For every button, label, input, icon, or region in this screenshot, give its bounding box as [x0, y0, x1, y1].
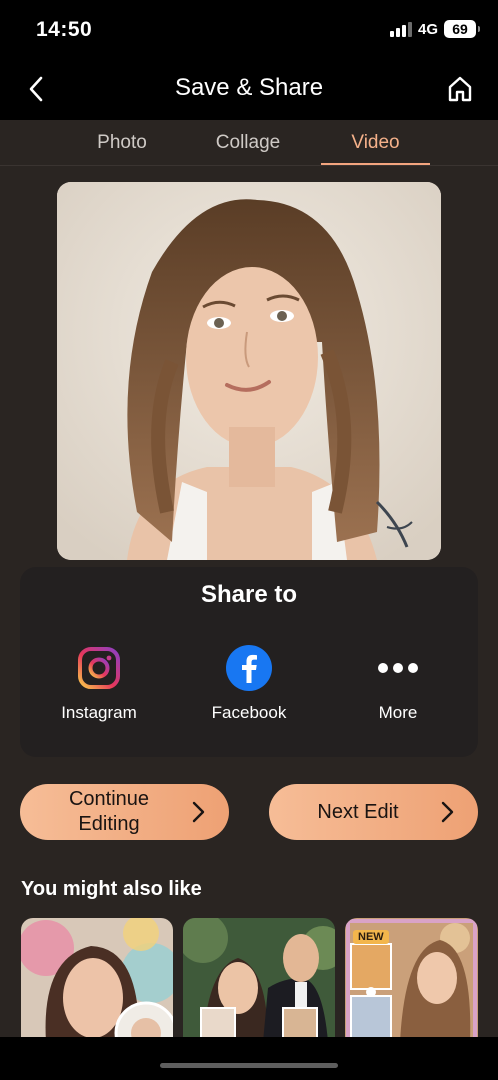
- battery-level: 69: [452, 21, 468, 37]
- portrait-image: [57, 182, 441, 560]
- share-panel: Share to Instagram Facebook More: [20, 567, 478, 757]
- tab-video[interactable]: Video: [321, 132, 430, 154]
- active-tab-indicator: [321, 163, 430, 165]
- status-time: 14:50: [36, 18, 93, 41]
- suggestion-card[interactable]: NEW: [345, 918, 478, 1042]
- instagram-icon: [76, 645, 122, 691]
- home-indicator[interactable]: [160, 1063, 338, 1068]
- bottom-bar: [0, 1037, 498, 1080]
- suggestion-image: [183, 918, 335, 1042]
- continue-editing-button[interactable]: Continue Editing: [20, 784, 229, 840]
- status-indicators: 4G 69: [389, 20, 480, 38]
- next-edit-button[interactable]: Next Edit: [269, 784, 478, 840]
- suggestions-title: You might also like: [21, 878, 202, 900]
- share-instagram-label: Instagram: [61, 703, 137, 722]
- chevron-right-icon: [192, 801, 205, 823]
- top-bar: 14:50 4G 69 Save & Share: [0, 0, 498, 120]
- share-title: Share to: [200, 581, 298, 608]
- share-facebook[interactable]: Facebook: [184, 645, 314, 723]
- home-icon: [448, 76, 472, 102]
- tab-bar: Photo Collage Video: [0, 120, 498, 166]
- continue-editing-line2: Editing: [78, 813, 140, 835]
- battery-icon: 69: [444, 20, 480, 38]
- more-dots-icon: [375, 645, 421, 691]
- result-photo[interactable]: [57, 182, 441, 560]
- share-facebook-label: Facebook: [211, 703, 287, 722]
- share-instagram[interactable]: Instagram: [34, 645, 164, 723]
- share-more-label: More: [378, 703, 418, 722]
- page-title: Save & Share: [174, 74, 324, 101]
- chevron-right-icon: [441, 801, 454, 823]
- tab-photo[interactable]: Photo: [66, 132, 178, 154]
- share-more[interactable]: More: [333, 645, 463, 723]
- save-share-screen: 14:50 4G 69 Save & Share Photo Collage V…: [0, 0, 498, 1080]
- home-button[interactable]: [444, 72, 476, 106]
- continue-editing-line1: Continue: [68, 788, 150, 810]
- continue-editing-label: Continue Editing: [20, 787, 198, 837]
- signal-icon: [389, 21, 412, 37]
- next-edit-label: Next Edit: [317, 800, 399, 823]
- suggestion-image: [21, 918, 173, 1042]
- facebook-icon: [226, 645, 272, 691]
- tab-collage[interactable]: Collage: [192, 132, 304, 154]
- new-badge: NEW: [353, 930, 389, 944]
- network-type: 4G: [417, 20, 438, 38]
- suggestion-card[interactable]: [183, 918, 335, 1042]
- suggestion-card[interactable]: [21, 918, 173, 1042]
